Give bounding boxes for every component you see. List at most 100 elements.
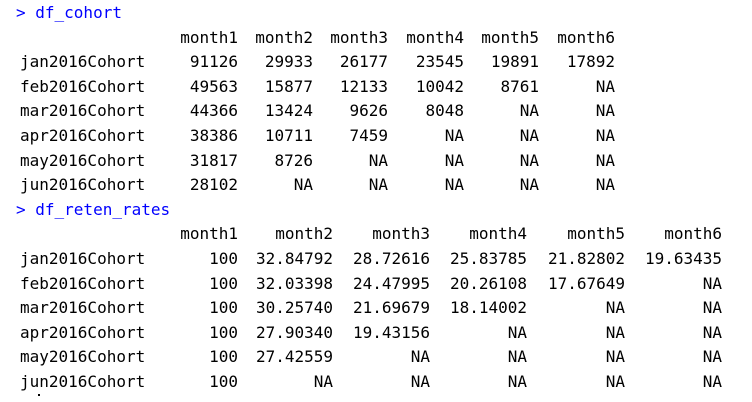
table-cell: 91126 — [189, 52, 238, 72]
column-header: month1 — [180, 224, 238, 244]
table-cell: NA — [605, 371, 625, 391]
table-row: jan2016Cohort 100 32.84792 28.72616 25.83785… — [16, 247, 746, 272]
table-cell: NA — [368, 150, 388, 170]
column-header: month4 — [406, 27, 464, 47]
row-name: jun2016Cohort — [20, 371, 146, 391]
table-cell: 8048 — [425, 101, 464, 121]
command-line: > df_reten_rates — [16, 198, 746, 223]
table-cell: 12133 — [339, 76, 388, 96]
table-cell: NA — [293, 175, 313, 195]
console-prompt: > — [16, 199, 36, 219]
table-cell: 30.25740 — [255, 298, 333, 318]
column-header: month3 — [330, 27, 388, 47]
table-cell: 19.63435 — [644, 248, 722, 268]
table-row: mar2016Cohort 44366 13424 9626 8048 NA NA — [16, 99, 746, 124]
row-name: feb2016Cohort — [20, 76, 146, 96]
column-header: month1 — [180, 27, 238, 47]
table-cell: 29933 — [264, 52, 313, 72]
row-name: may2016Cohort — [20, 347, 146, 367]
table-row: apr2016Cohort 38386 10711 7459 NA NA NA — [16, 124, 746, 149]
table-cell: 8761 — [500, 76, 539, 96]
table-cell: 21.69679 — [352, 298, 430, 318]
table-cell: 23545 — [415, 52, 464, 72]
table-cell: NA — [410, 371, 430, 391]
column-header: month3 — [372, 224, 430, 244]
table-row: may2016Cohort 31817 8726 NA NA NA NA — [16, 149, 746, 174]
table-cell: 8726 — [274, 150, 313, 170]
table-cell: NA — [605, 298, 625, 318]
table-cell: NA — [519, 101, 539, 121]
table-cell: 32.84792 — [255, 248, 333, 268]
row-name: jan2016Cohort — [20, 52, 146, 72]
table-cell: 17892 — [566, 52, 615, 72]
table-cell: NA — [605, 347, 625, 367]
table-row: feb2016Cohort 49563 15877 12133 10042 8761 NA — [16, 75, 746, 100]
table-cell: NA — [444, 150, 464, 170]
column-header: month5 — [567, 224, 625, 244]
table-cell: 25.83785 — [449, 248, 527, 268]
table-cell: 31817 — [189, 150, 238, 170]
table-cell: NA — [702, 371, 722, 391]
table-cell: 32.03398 — [255, 273, 333, 293]
column-header: month2 — [255, 27, 313, 47]
table-cell: 100 — [209, 248, 238, 268]
column-header-row: month1 month2 month3 month4 month5 month6 — [16, 222, 746, 247]
table-cell: 20.26108 — [449, 273, 527, 293]
table-cell: 18.14002 — [449, 298, 527, 318]
row-name: apr2016Cohort — [20, 125, 146, 145]
r-console-output[interactable]: > df_cohort month1 month2 month3 month4 month… — [16, 1, 746, 395]
table-row: may2016Cohort 100 27.42559 NA NA NA NA — [16, 345, 746, 370]
table-row: mar2016Cohort 100 30.25740 21.69679 18.14002… — [16, 296, 746, 321]
table-row: jun2016Cohort 100 NA NA NA NA NA — [16, 370, 746, 395]
table-cell: 100 — [209, 273, 238, 293]
row-name: feb2016Cohort — [20, 273, 146, 293]
table-row: jun2016Cohort 28102 NA NA NA NA NA — [16, 173, 746, 198]
row-name: mar2016Cohort — [20, 101, 146, 121]
table-cell: NA — [702, 298, 722, 318]
table-cell: NA — [410, 347, 430, 367]
row-name: mar2016Cohort — [20, 298, 146, 318]
table-cell: 100 — [209, 322, 238, 342]
row-name: jan2016Cohort — [20, 248, 146, 268]
table-cell: NA — [595, 125, 615, 145]
table-cell: 28.72616 — [352, 248, 430, 268]
console-prompt: > — [16, 3, 36, 22]
table-cell: NA — [702, 347, 722, 367]
table-cell: 27.42559 — [255, 347, 333, 367]
table-cell: NA — [444, 125, 464, 145]
table-cell: 100 — [209, 347, 238, 367]
table-row: apr2016Cohort 100 27.90340 19.43156 NA NA NA — [16, 321, 746, 346]
row-name: jun2016Cohort — [20, 175, 146, 195]
command-text: df_reten_rates — [35, 199, 171, 219]
table-cell: 21.82802 — [547, 248, 625, 268]
column-header: month6 — [664, 224, 722, 244]
table-row: jan2016Cohort 91126 29933 26177 23545 19891 17… — [16, 50, 746, 75]
table-cell: NA — [313, 371, 333, 391]
table-cell: 100 — [209, 371, 238, 391]
table-cell: NA — [507, 347, 527, 367]
table-cell: NA — [595, 175, 615, 195]
table-cell: NA — [519, 125, 539, 145]
table-cell: 49563 — [189, 76, 238, 96]
table-cell: NA — [702, 273, 722, 293]
table-cell: 10711 — [264, 125, 313, 145]
table-cell: NA — [519, 175, 539, 195]
table-cell: NA — [702, 322, 722, 342]
command-text: df_cohort — [35, 3, 122, 22]
table-cell: NA — [595, 76, 615, 96]
column-header-row: month1 month2 month3 month4 month5 month6 — [16, 26, 746, 51]
text-cursor — [38, 394, 40, 396]
command-line: > df_cohort — [16, 1, 746, 26]
table-cell: 27.90340 — [255, 322, 333, 342]
table-cell: 19891 — [490, 52, 539, 72]
table-cell: 100 — [209, 298, 238, 318]
table-cell: 26177 — [339, 52, 388, 72]
table-row: feb2016Cohort 100 32.03398 24.47995 20.26108… — [16, 272, 746, 297]
table-cell: 7459 — [349, 125, 388, 145]
column-header: month2 — [275, 224, 333, 244]
table-cell: 19.43156 — [352, 322, 430, 342]
table-cell: NA — [444, 175, 464, 195]
table-cell: NA — [519, 150, 539, 170]
row-name: may2016Cohort — [20, 150, 146, 170]
table-cell: 24.47995 — [352, 273, 430, 293]
